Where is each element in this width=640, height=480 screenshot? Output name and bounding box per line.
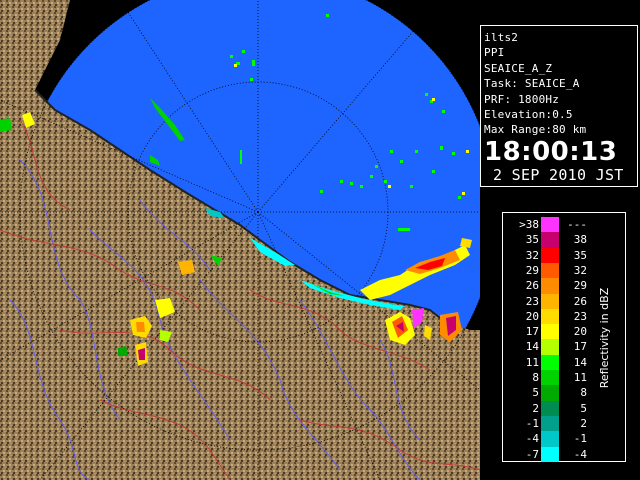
legend-row: -1 2 xyxy=(503,415,625,432)
legend-high-value: -1 xyxy=(573,432,587,446)
legend-color-swatch xyxy=(541,247,559,264)
legend-low-value: 23 xyxy=(525,294,539,308)
legend-high-value: 5 xyxy=(580,401,587,415)
legend-row: 25 xyxy=(503,400,625,417)
legend-row: -7 -4 xyxy=(503,446,625,463)
legend-high-value: 35 xyxy=(573,248,587,262)
legend-color-swatch xyxy=(541,278,559,294)
legend-low-value: 20 xyxy=(525,309,539,323)
legend-color-swatch xyxy=(541,400,559,417)
scan-info-panel: ilts2 PPI SEAICE_A_Z Task: SEAICE_A PRF:… xyxy=(480,25,638,187)
prf-value: PRF: 1800Hz xyxy=(484,92,560,106)
legend-high-value: 20 xyxy=(573,325,587,339)
legend-high-value: 29 xyxy=(573,279,587,293)
task-name: Task: SEAICE_A xyxy=(484,77,580,91)
station-name: ilts2 xyxy=(484,31,519,44)
legend-high-value: --- xyxy=(567,218,587,231)
scan-mode: PPI xyxy=(484,46,505,60)
legend-high-value: 8 xyxy=(580,386,587,400)
legend-color-swatch xyxy=(541,354,559,371)
legend-low-value: 17 xyxy=(525,325,539,339)
radar-ppi-map[interactable] xyxy=(0,0,480,480)
legend-row: 29 32 xyxy=(503,262,625,279)
legend-color-swatch xyxy=(541,431,559,447)
legend-low-value: -1 xyxy=(525,416,539,430)
legend-color-swatch xyxy=(541,385,559,401)
legend-row: 35 38 xyxy=(503,232,625,248)
legend-color-swatch xyxy=(541,370,559,386)
legend-high-value: 17 xyxy=(573,340,587,354)
legend-high-value: 2 xyxy=(580,416,587,430)
legend-color-swatch xyxy=(541,308,559,325)
elevation-value: Elevation:0.5 xyxy=(484,108,573,122)
legend-color-swatch xyxy=(541,232,559,248)
legend-low-value: >38 xyxy=(519,218,539,231)
scan-date: 2 SEP 2010 JST xyxy=(493,165,624,184)
legend-title: Reflectivity in dBZ xyxy=(598,287,611,389)
legend-high-value: -4 xyxy=(573,447,587,461)
legend-row: -4 -1 xyxy=(503,431,625,447)
legend-low-value: 8 xyxy=(532,371,539,384)
legend-high-value: 23 xyxy=(573,309,587,323)
legend-color-swatch xyxy=(541,262,559,279)
legend-color-swatch xyxy=(541,339,559,355)
legend-high-value: 14 xyxy=(573,355,587,369)
product-name: SEAICE_A_Z xyxy=(484,61,553,75)
legend-color-swatch xyxy=(541,446,559,463)
reflectivity-legend: >38 --- 35 38 32 35 29 32 26 29 23 26 20 23 17 20 14 17 11… xyxy=(502,212,626,463)
legend-high-value: 32 xyxy=(573,263,587,277)
legend-low-value: 14 xyxy=(525,340,539,354)
scan-time: 18:00:13 xyxy=(484,136,618,167)
legend-color-swatch xyxy=(541,293,559,310)
legend-low-value: -7 xyxy=(525,447,539,461)
legend-color-swatch xyxy=(541,415,559,432)
legend-color-swatch xyxy=(541,217,559,233)
legend-high-value: 11 xyxy=(573,371,587,384)
legend-low-value: -4 xyxy=(525,432,539,446)
legend-low-value: 35 xyxy=(525,233,539,247)
legend-high-value: 38 xyxy=(573,233,587,247)
legend-row: 32 35 xyxy=(503,247,625,264)
legend-row: >38 --- xyxy=(503,217,625,233)
legend-color-swatch xyxy=(541,324,559,340)
legend-low-value: 2 xyxy=(532,401,539,415)
legend-low-value: 5 xyxy=(532,386,539,400)
legend-low-value: 11 xyxy=(525,355,539,369)
legend-low-value: 29 xyxy=(525,263,539,277)
max-range-value: Max Range:80 km xyxy=(484,123,587,137)
radar-display: ilts2 PPI SEAICE_A_Z Task: SEAICE_A PRF:… xyxy=(0,0,640,480)
legend-high-value: 26 xyxy=(573,294,587,308)
legend-low-value: 32 xyxy=(525,248,539,262)
legend-low-value: 26 xyxy=(525,279,539,293)
